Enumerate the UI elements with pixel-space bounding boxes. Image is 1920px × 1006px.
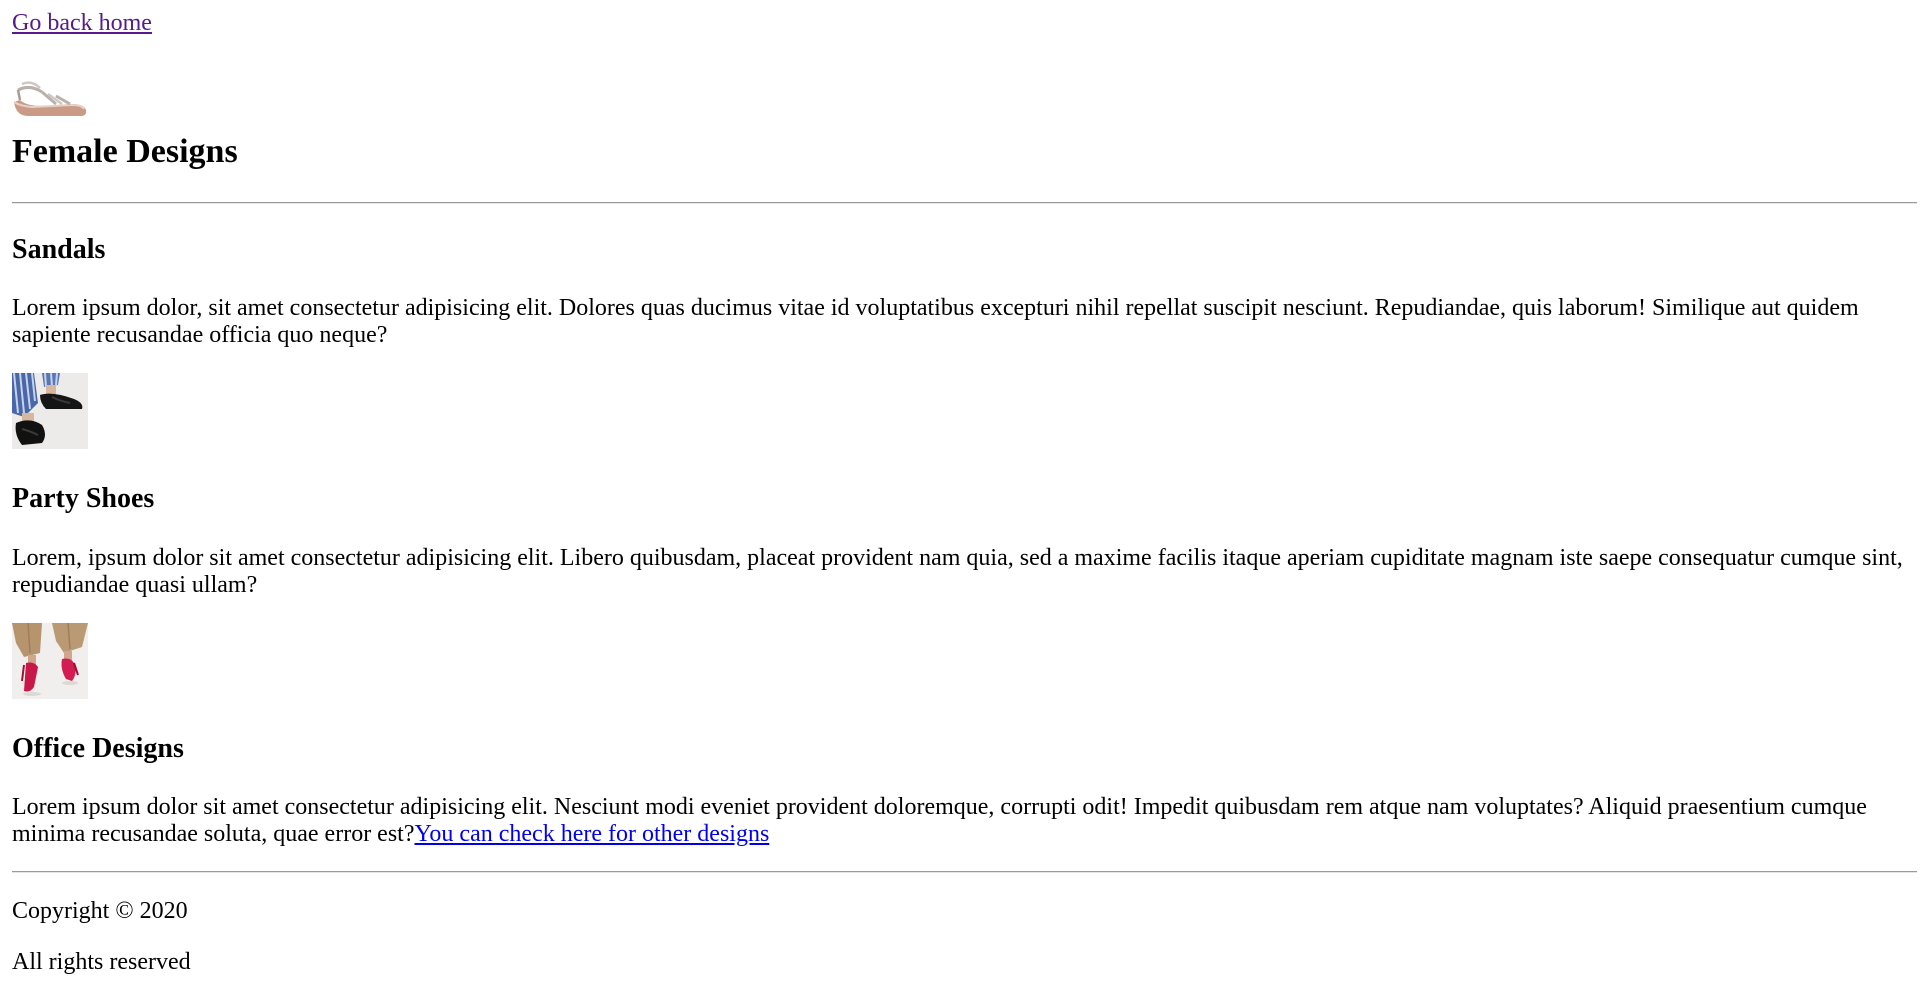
copyright-text: Copyright © 2020: [12, 898, 188, 924]
section-heading-office-designs: Office Designs: [12, 733, 184, 764]
section-heading-party-shoes: Party Shoes: [12, 483, 155, 514]
red-heels-image: [12, 623, 88, 699]
go-back-home-link[interactable]: Go back home: [12, 10, 152, 38]
office-designs-text: Lorem ipsum dolor sit amet consectetur a…: [12, 794, 1867, 847]
footer-divider: [12, 871, 1917, 873]
rights-text: All rights reserved: [12, 949, 191, 975]
page: Go back home Female Designs Sandals Lore…: [0, 0, 1920, 1006]
divider: [12, 202, 1917, 204]
section-heading-sandals: Sandals: [12, 234, 106, 265]
section-text-sandals: Lorem ipsum dolor, sit amet consectetur …: [12, 295, 1859, 348]
page-title: Female Designs: [12, 133, 238, 170]
black-slide-sandals-image: [12, 373, 88, 449]
section-text-party-shoes: Lorem, ipsum dolor sit amet consectetur …: [12, 545, 1903, 598]
section-text-office-designs: Lorem ipsum dolor sit amet consectetur a…: [12, 794, 1917, 848]
wedge-sandal-icon: [12, 80, 88, 118]
other-designs-link[interactable]: You can check here for other designs: [415, 821, 770, 847]
